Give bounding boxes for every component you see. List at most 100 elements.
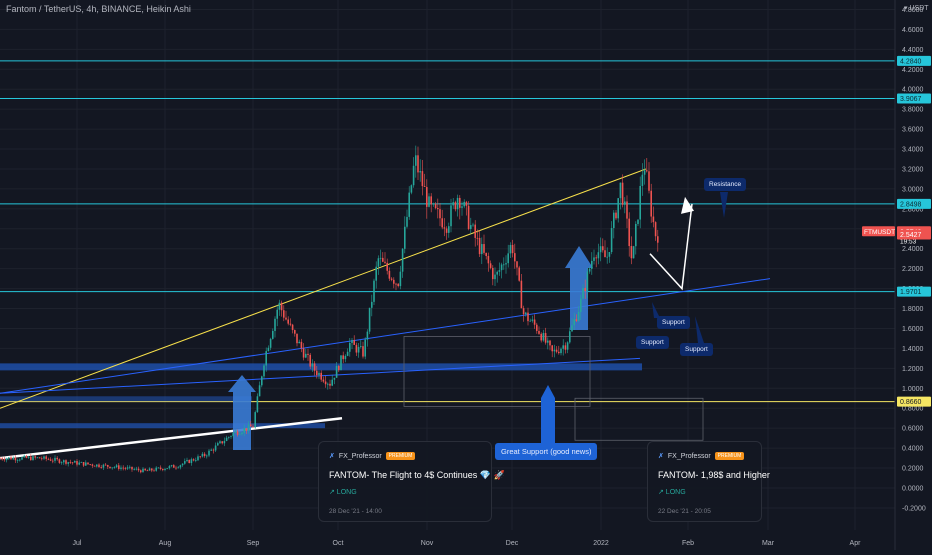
- y-axis: 4.80004.60004.40004.20004.00003.80003.60…: [894, 0, 926, 550]
- candle-body: [529, 320, 531, 322]
- resistance-callout[interactable]: Resistance: [704, 178, 747, 191]
- candle-body: [485, 252, 487, 256]
- candle-body: [476, 237, 479, 239]
- candle-body: [14, 457, 17, 461]
- author-icon: ✗: [658, 453, 664, 460]
- x-tick-label: 2022: [593, 540, 609, 547]
- idea-card-1[interactable]: ✗ FX_Professor PREMIUM FANTOM- The Fligh…: [318, 441, 505, 522]
- axis-unit[interactable]: ▾ USDT: [904, 4, 929, 12]
- candle-body: [635, 223, 637, 247]
- candle-body: [654, 222, 657, 237]
- candle-body: [89, 464, 91, 466]
- candle-body: [162, 468, 164, 470]
- candle-body: [463, 201, 465, 207]
- candle-body: [408, 192, 410, 217]
- candle-body: [399, 271, 402, 287]
- author-icon: ✗: [329, 453, 335, 460]
- candle-body: [148, 468, 151, 471]
- candle-body: [74, 460, 76, 463]
- candle-body: [113, 467, 116, 468]
- candle-body: [340, 355, 342, 371]
- candle-body: [186, 459, 188, 462]
- y-tick-label: 1.6000: [902, 326, 924, 333]
- candle-body: [166, 468, 168, 470]
- great-support-callout[interactable]: Great Support (good news): [495, 443, 598, 460]
- candle-body: [608, 252, 611, 257]
- candle-body: [500, 264, 503, 271]
- candle-body: [36, 457, 39, 459]
- candle-body: [305, 353, 307, 358]
- candle-body: [459, 197, 461, 208]
- idea-card-2[interactable]: ✗ FX_Professor PREMIUM FANTOM- 1,98$ and…: [647, 441, 770, 522]
- level-tag: 2.8498: [900, 201, 922, 208]
- x-tick-label: Apr: [850, 540, 862, 547]
- support-callout-3[interactable]: Support: [680, 343, 713, 356]
- pointer-shape: [695, 316, 704, 343]
- candle-body: [1, 458, 3, 460]
- candle-body: [109, 466, 111, 469]
- candle-body: [360, 346, 362, 347]
- level-tag: 3.9067: [900, 96, 922, 103]
- y-tick-label: 4.6000: [902, 27, 924, 34]
- candle-body: [307, 353, 309, 355]
- candle-body: [137, 468, 140, 471]
- candle-body: [151, 468, 153, 471]
- candle-body: [410, 185, 413, 193]
- candle-body: [324, 381, 327, 385]
- candle-body: [230, 436, 232, 437]
- horizontal-levels: [0, 60, 895, 403]
- candle-body: [45, 456, 47, 459]
- candle-body: [621, 182, 624, 205]
- candle-body: [283, 310, 285, 318]
- candle-body: [104, 464, 107, 466]
- candle-body: [85, 462, 87, 466]
- candle-body: [536, 324, 538, 331]
- candle-body: [298, 341, 300, 344]
- y-tick-label: 4.4000: [902, 47, 924, 54]
- support-band: [0, 396, 252, 402]
- candle-body: [384, 261, 386, 263]
- candle-body: [577, 311, 580, 322]
- candle-body: [362, 346, 364, 357]
- candle-body: [197, 456, 199, 461]
- candle-body: [448, 226, 450, 233]
- candle-body: [597, 252, 600, 259]
- candle-body: [318, 372, 320, 376]
- x-tick-label: Aug: [159, 540, 172, 547]
- candle-body: [531, 319, 534, 321]
- candle-body: [511, 244, 514, 254]
- support-band: [0, 363, 642, 371]
- y-tick-label: 0.4000: [902, 446, 924, 453]
- chart-title: Fantom / TetherUS, 4h, BINANCE, Heikin A…: [6, 4, 191, 14]
- candle-body: [322, 379, 325, 382]
- candle-body: [560, 348, 562, 354]
- candle-body: [177, 467, 179, 469]
- candle-body: [586, 271, 589, 292]
- candle-body: [47, 458, 50, 460]
- candle-body: [3, 459, 6, 461]
- candle-body: [245, 428, 248, 431]
- candle-body: [71, 462, 74, 464]
- candle-body: [450, 205, 452, 227]
- candle-body: [0, 458, 1, 459]
- candle-body: [426, 186, 428, 207]
- candle-body: [547, 340, 549, 343]
- x-tick-label: Feb: [682, 540, 694, 547]
- candle-body: [430, 196, 432, 205]
- candle-body: [78, 462, 80, 465]
- candle-body: [553, 349, 556, 352]
- support-callout-1[interactable]: Support: [657, 316, 690, 329]
- box-drawing: [403, 336, 591, 407]
- candle-body: [234, 431, 237, 433]
- candle-body: [555, 349, 558, 352]
- ha-price-tag: 2.5427: [900, 232, 922, 239]
- candle-body: [428, 196, 430, 207]
- candle-body: [382, 257, 384, 262]
- candle-body: [595, 257, 597, 259]
- candle-body: [129, 466, 131, 468]
- candle-body: [615, 212, 617, 219]
- candle-body: [52, 460, 54, 462]
- candle-body: [353, 340, 355, 345]
- support-callout-2[interactable]: Support: [636, 336, 669, 349]
- candle-body: [102, 464, 105, 468]
